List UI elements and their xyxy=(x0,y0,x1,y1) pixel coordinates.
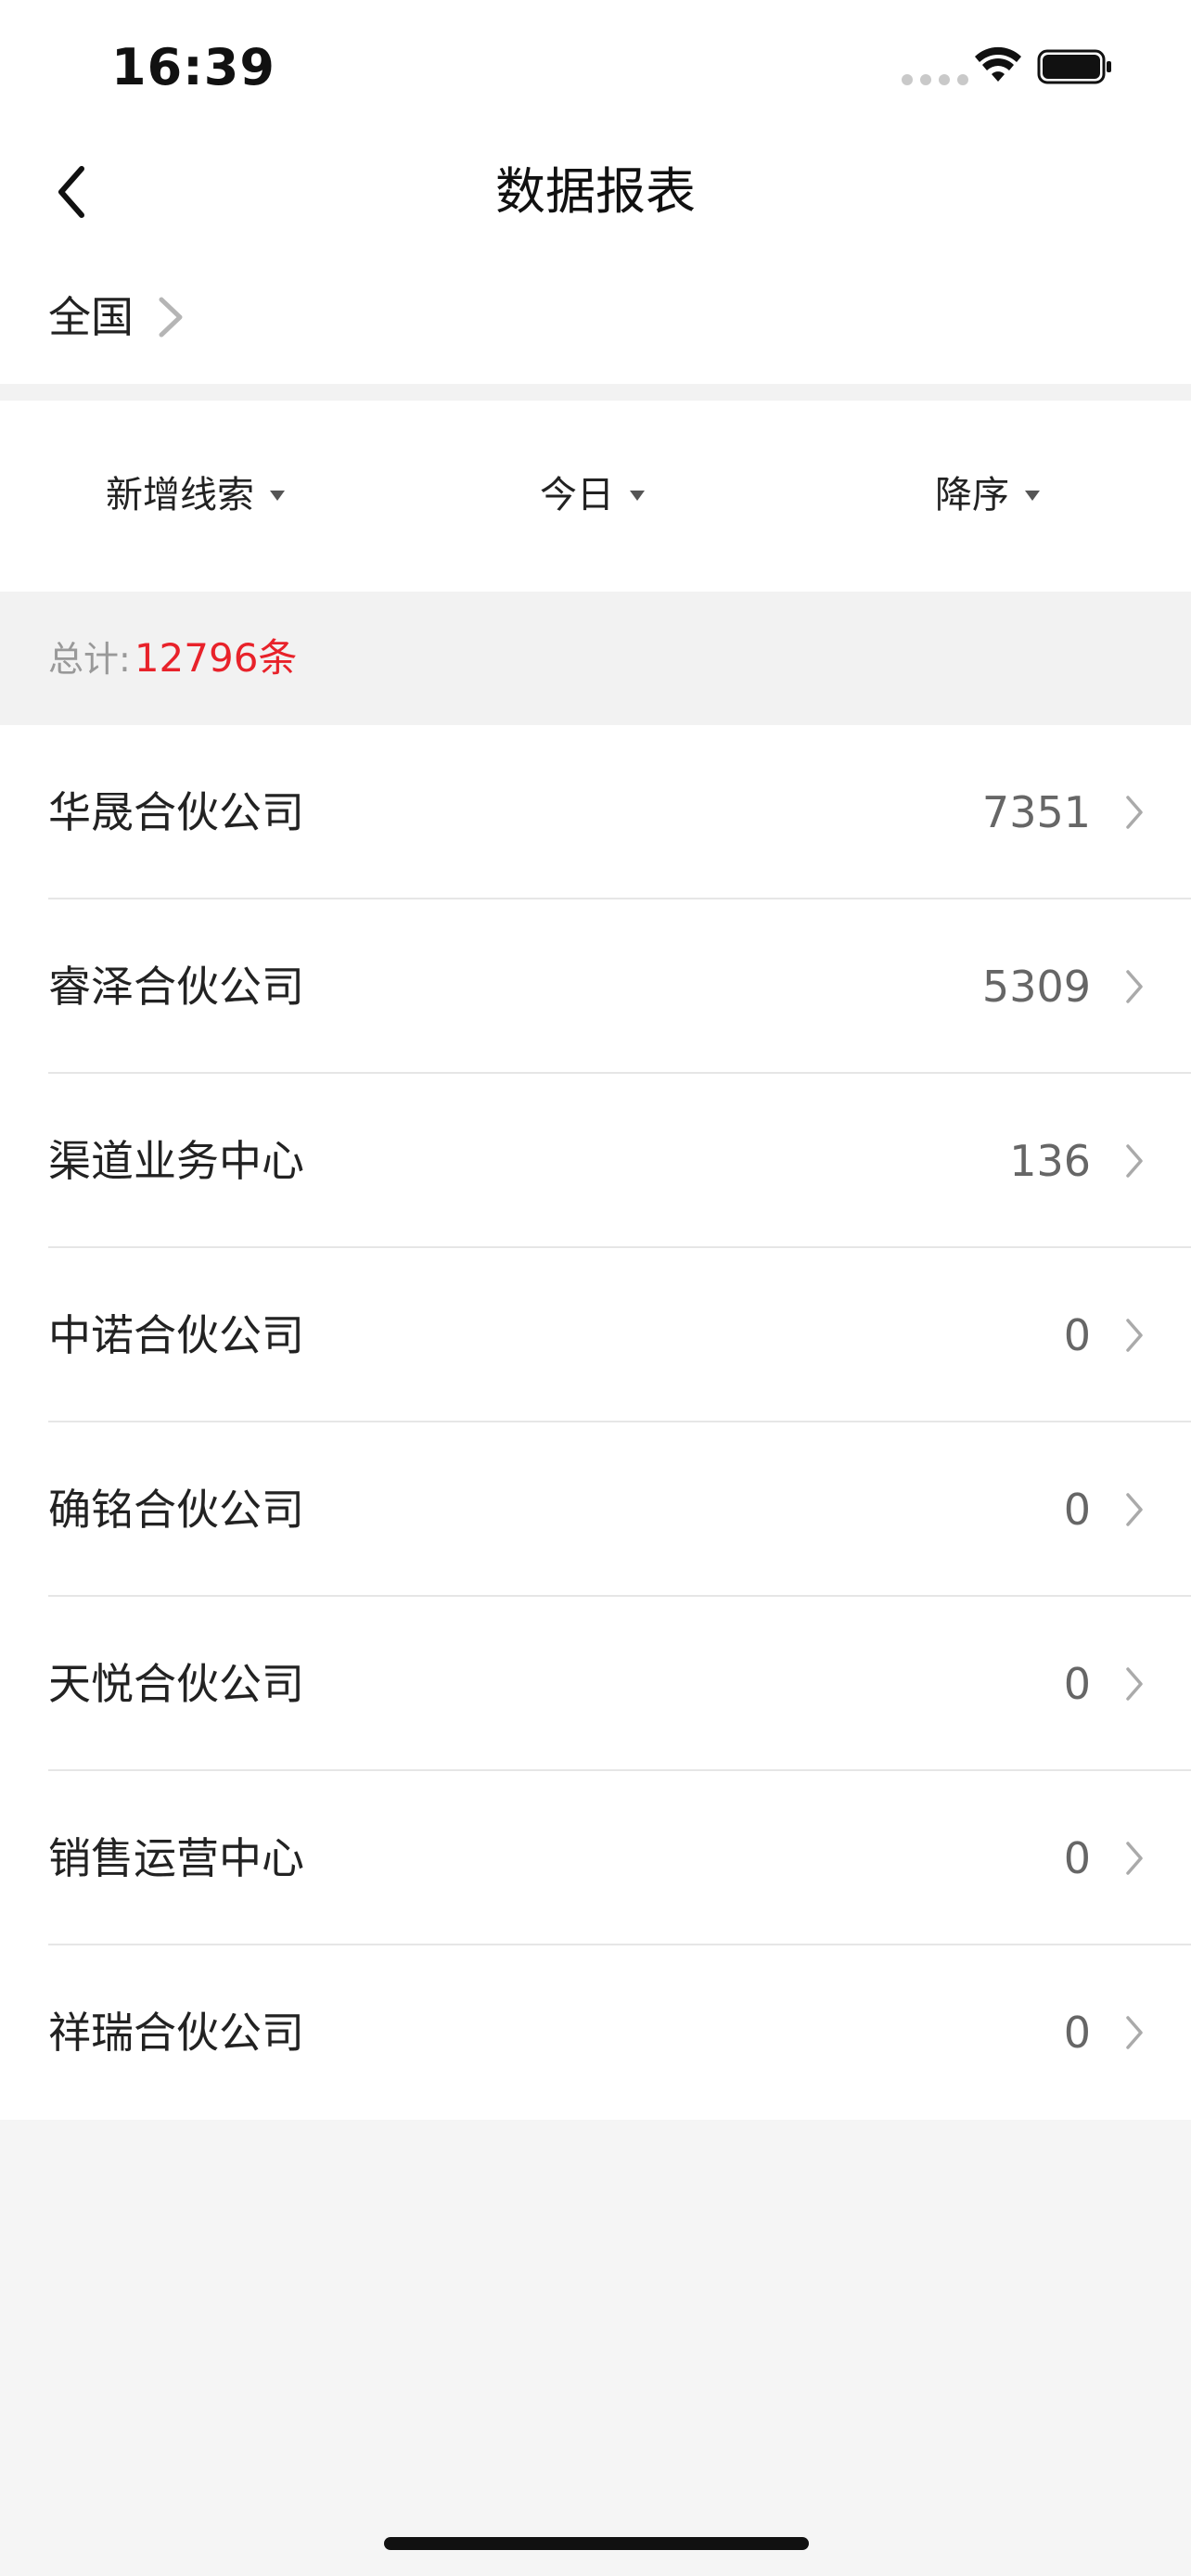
chevron-right-icon xyxy=(1126,970,1143,1003)
wifi-icon xyxy=(975,46,1021,82)
company-list: 华晟合伙公司 7351 睿泽合伙公司 5309 渠道业务中心 136 中诺合伙公… xyxy=(0,725,1191,2120)
item-name: 销售运营中心 xyxy=(48,1833,304,1883)
item-name: 华晟合伙公司 xyxy=(48,787,304,837)
chevron-right-icon xyxy=(1126,1667,1143,1701)
item-value: 0 xyxy=(1063,1659,1091,1709)
filter-bar: 新增线索 今日 降序 xyxy=(0,401,1191,592)
cellular-signal-icon xyxy=(902,74,968,85)
list-item[interactable]: 天悦合伙公司 0 xyxy=(0,1597,1191,1771)
list-item[interactable]: 销售运营中心 0 xyxy=(0,1771,1191,1945)
filter-label: 新增线索 xyxy=(106,474,254,516)
list-item[interactable]: 渠道业务中心 136 xyxy=(0,1074,1191,1248)
region-button[interactable]: 全国 xyxy=(48,289,187,345)
item-name: 渠道业务中心 xyxy=(48,1136,304,1186)
chevron-right-icon xyxy=(1126,1842,1143,1875)
region-label: 全国 xyxy=(48,292,134,342)
list-item[interactable]: 华晟合伙公司 7351 xyxy=(0,725,1191,899)
item-name: 确铭合伙公司 xyxy=(48,1485,304,1535)
item-value: 5309 xyxy=(981,962,1091,1012)
screen: 16:39 数据报表 全国 新增线索 今日 降序 总计: 12796条 华晟合伙… xyxy=(0,0,1191,2576)
chevron-right-icon xyxy=(159,297,183,338)
filter-label: 降序 xyxy=(935,474,1009,516)
filter-metric-dropdown[interactable]: 新增线索 xyxy=(106,469,286,521)
list-item[interactable]: 睿泽合伙公司 5309 xyxy=(0,899,1191,1074)
battery-icon xyxy=(1037,49,1111,84)
status-time: 16:39 xyxy=(111,38,275,96)
filter-label: 今日 xyxy=(540,474,614,516)
chevron-right-icon xyxy=(1126,1319,1143,1352)
item-value: 0 xyxy=(1063,1310,1091,1360)
item-name: 天悦合伙公司 xyxy=(48,1659,304,1709)
filter-sort-dropdown[interactable]: 降序 xyxy=(935,469,1041,521)
total-summary: 总计: 12796条 xyxy=(0,592,1191,725)
item-value: 0 xyxy=(1063,1833,1091,1883)
chevron-right-icon xyxy=(1126,1144,1143,1178)
list-item[interactable]: 确铭合伙公司 0 xyxy=(0,1422,1191,1597)
filter-date-dropdown[interactable]: 今日 xyxy=(540,469,646,521)
total-label: 总计: xyxy=(48,639,131,680)
caret-down-icon xyxy=(630,491,645,501)
caret-down-icon xyxy=(270,491,285,501)
item-value: 0 xyxy=(1063,1485,1091,1535)
item-value: 136 xyxy=(1009,1136,1091,1186)
item-name: 祥瑞合伙公司 xyxy=(48,2008,304,2058)
chevron-right-icon xyxy=(1126,2016,1143,2049)
chevron-right-icon xyxy=(1126,1493,1143,1526)
section-divider xyxy=(0,384,1191,401)
caret-down-icon xyxy=(1025,491,1040,501)
item-name: 中诺合伙公司 xyxy=(48,1310,304,1360)
list-item[interactable]: 祥瑞合伙公司 0 xyxy=(0,1945,1191,2120)
item-value: 0 xyxy=(1063,2008,1091,2058)
region-selector: 全国 xyxy=(0,254,1191,384)
nav-bar: 数据报表 xyxy=(0,130,1191,254)
chevron-right-icon xyxy=(1126,796,1143,829)
item-value: 7351 xyxy=(981,787,1091,837)
total-value: 12796条 xyxy=(134,635,298,681)
home-indicator[interactable] xyxy=(384,2537,809,2550)
status-bar: 16:39 xyxy=(0,0,1191,130)
page-title: 数据报表 xyxy=(495,162,696,221)
item-name: 睿泽合伙公司 xyxy=(48,962,304,1012)
list-item[interactable]: 中诺合伙公司 0 xyxy=(0,1248,1191,1422)
